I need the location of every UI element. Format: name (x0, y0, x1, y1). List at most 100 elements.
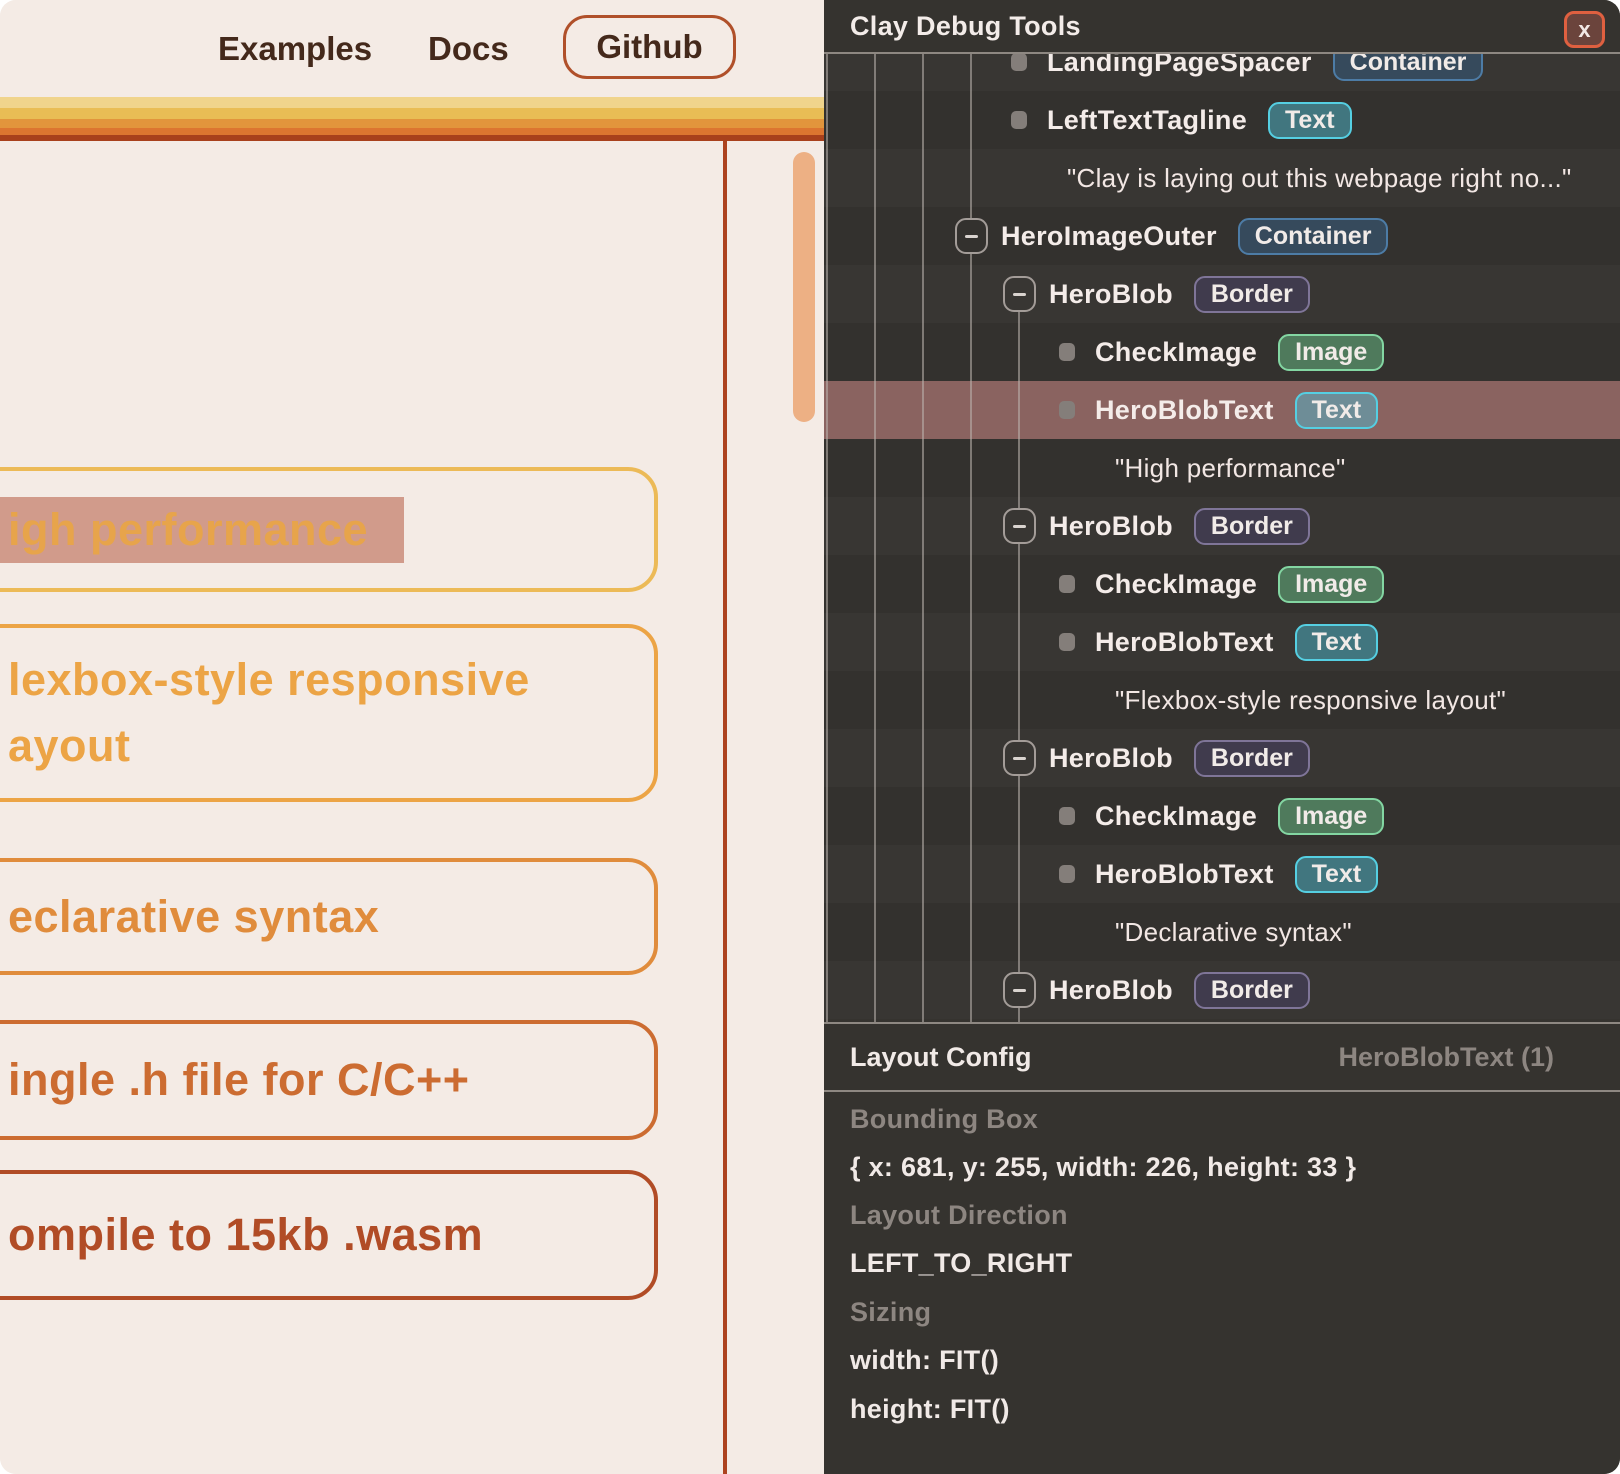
element-name: HeroBlob (1049, 279, 1173, 310)
tree-row-heroblob[interactable]: HeroBlob Border (824, 265, 1620, 323)
minus-icon (1013, 757, 1026, 760)
config-label: Sizing (850, 1296, 931, 1328)
config-value: width: FIT() (850, 1344, 999, 1376)
vertical-divider (723, 141, 727, 1474)
type-badge-text: Text (1295, 856, 1379, 893)
feature-box-label: eclarative syntax (0, 884, 379, 950)
element-name: CheckImage (1095, 569, 1257, 600)
feature-box: igh performance (0, 467, 658, 592)
tree-row-text-preview[interactable]: "Clay is laying out this webpage right n… (824, 149, 1620, 207)
config-separator (824, 1090, 1620, 1092)
selected-element-label: HeroBlobText (1) (1338, 1042, 1554, 1073)
element-name: HeroBlob (1049, 743, 1173, 774)
accent-stripe (0, 108, 824, 119)
type-badge-border: Border (1194, 508, 1310, 545)
type-badge-text: Text (1268, 102, 1352, 139)
element-bullet-icon (1059, 343, 1075, 361)
collapse-button[interactable] (1003, 740, 1036, 776)
config-label: Bounding Box (850, 1103, 1038, 1135)
accent-stripe (0, 135, 824, 141)
webpage: Examples Docs Github igh performance lexb… (0, 0, 824, 1474)
element-name: HeroBlobText (1095, 395, 1274, 426)
minus-icon (1013, 989, 1026, 992)
tree-row-text-preview[interactable]: "Declarative syntax" (824, 903, 1620, 961)
feature-box-label: ingle .h file for C/C++ (0, 1047, 470, 1113)
tree-row-text-preview[interactable]: "Flexbox-style responsive layout" (824, 671, 1620, 729)
text-content-preview: "Declarative syntax" (1115, 917, 1352, 948)
feature-box: ingle .h file for C/C++ (0, 1020, 658, 1140)
config-value: LEFT_TO_RIGHT (850, 1247, 1072, 1279)
type-badge-image: Image (1278, 334, 1384, 371)
panel-title: Clay Debug Tools (824, 0, 1620, 53)
feature-box-label: lexbox-style responsive ayout (0, 647, 588, 779)
element-name: CheckImage (1095, 801, 1257, 832)
feature-box-label: ompile to 15kb .wasm (0, 1202, 483, 1268)
accent-stripe (0, 128, 824, 135)
config-value: { x: 681, y: 255, width: 226, height: 33… (850, 1151, 1356, 1183)
collapse-button[interactable] (955, 218, 988, 254)
element-name: HeroBlobText (1095, 859, 1274, 890)
element-name: HeroBlobText (1095, 627, 1274, 658)
type-badge-image: Image (1278, 798, 1384, 835)
collapse-button[interactable] (1003, 972, 1036, 1008)
collapse-button[interactable] (1003, 276, 1036, 312)
type-badge-border: Border (1194, 740, 1310, 777)
tree-row-lefttexttagline[interactable]: LeftTextTagline Text (824, 91, 1620, 149)
type-badge-border: Border (1194, 972, 1310, 1009)
type-badge-image: Image (1278, 566, 1384, 603)
scrollbar-thumb[interactable] (793, 152, 815, 422)
accent-stripe (0, 97, 824, 108)
type-badge-container: Container (1238, 218, 1389, 255)
tree-row-heroblobtext[interactable]: HeroBlobText Text (824, 381, 1620, 439)
type-badge-text: Text (1295, 624, 1379, 661)
element-bullet-icon (1011, 111, 1027, 129)
element-tree: LandingPageSpacerContainerLeftTextTaglin… (824, 33, 1620, 1019)
feature-box-label: igh performance (0, 497, 368, 563)
element-bullet-icon (1011, 53, 1027, 71)
element-bullet-icon (1059, 865, 1075, 883)
tree-row-checkimage[interactable]: CheckImage Image (824, 787, 1620, 845)
element-name: HeroBlob (1049, 511, 1173, 542)
minus-icon (965, 235, 978, 238)
tree-row-checkimage[interactable]: CheckImage Image (824, 323, 1620, 381)
text-content-preview: "Clay is laying out this webpage right n… (1067, 163, 1572, 194)
text-content-preview: "Flexbox-style responsive layout" (1115, 685, 1506, 716)
element-name: LeftTextTagline (1047, 105, 1247, 136)
layout-config-section: Layout Config HeroBlobText (1) Bounding … (824, 1022, 1620, 1474)
close-button[interactable]: x (1564, 11, 1605, 48)
feature-box: eclarative syntax (0, 858, 658, 975)
feature-box: ompile to 15kb .wasm (0, 1170, 658, 1300)
minus-icon (1013, 293, 1026, 296)
clay-debug-panel: LandingPageSpacerContainerLeftTextTaglin… (824, 0, 1620, 1474)
collapse-button[interactable] (1003, 508, 1036, 544)
github-button[interactable]: Github (563, 15, 736, 79)
tree-row-text-preview[interactable]: "High performance" (824, 439, 1620, 497)
element-bullet-icon (1059, 633, 1075, 651)
nav-link-docs[interactable]: Docs (428, 0, 509, 97)
nav-link-examples[interactable]: Examples (218, 0, 372, 97)
config-label: Layout Direction (850, 1199, 1068, 1231)
feature-box: lexbox-style responsive ayout (0, 624, 658, 802)
tree-row-heroblob[interactable]: HeroBlob Border (824, 497, 1620, 555)
element-bullet-icon (1059, 575, 1075, 593)
type-badge-border: Border (1194, 276, 1310, 313)
element-name: HeroBlob (1049, 975, 1173, 1006)
element-bullet-icon (1059, 807, 1075, 825)
element-name: HeroImageOuter (1001, 221, 1217, 252)
tree-row-checkimage[interactable]: CheckImage Image (824, 555, 1620, 613)
tree-row-heroblob[interactable]: HeroBlob Border (824, 729, 1620, 787)
tree-row-heroblobtext[interactable]: HeroBlobText Text (824, 845, 1620, 903)
element-bullet-icon (1059, 401, 1075, 419)
tree-row-heroblobtext[interactable]: HeroBlobText Text (824, 613, 1620, 671)
app-window: Examples Docs Github igh performance lexb… (0, 0, 1620, 1474)
header-separator (824, 52, 1620, 54)
element-name: CheckImage (1095, 337, 1257, 368)
text-content-preview: "High performance" (1115, 453, 1346, 484)
minus-icon (1013, 525, 1026, 528)
config-title: Layout Config (850, 1042, 1031, 1073)
tree-row-heroblob[interactable]: HeroBlob Border (824, 961, 1620, 1019)
config-value: height: FIT() (850, 1393, 1010, 1425)
accent-stripe (0, 119, 824, 128)
type-badge-text: Text (1295, 392, 1379, 429)
tree-row-heroimageouter[interactable]: HeroImageOuter Container (824, 207, 1620, 265)
